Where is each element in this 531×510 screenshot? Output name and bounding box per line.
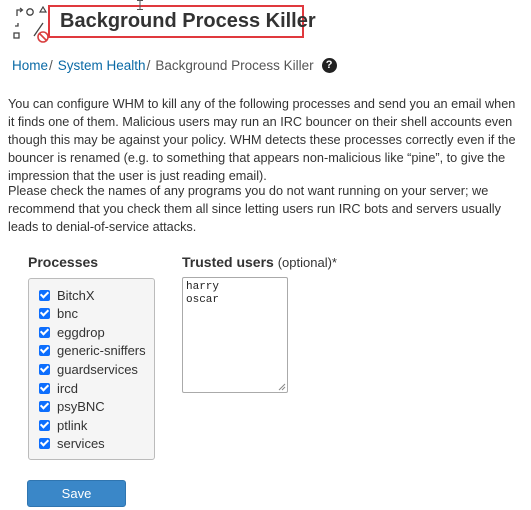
- page-title: Background Process Killer: [60, 10, 316, 32]
- trusted-users-asterisk: *: [331, 255, 337, 270]
- breadcrumb-home-link[interactable]: Home: [12, 58, 48, 73]
- process-item-ptlink[interactable]: ptlink: [39, 416, 87, 434]
- page-title-box: Background Process Killer: [48, 5, 316, 38]
- process-checkbox[interactable]: [39, 438, 50, 450]
- text-cursor-icon: [137, 0, 143, 10]
- process-checkbox[interactable]: [39, 289, 50, 301]
- process-checkbox[interactable]: [39, 326, 50, 338]
- process-label: psyBNC: [57, 399, 105, 415]
- page-header: Background Process Killer: [0, 0, 531, 50]
- process-item-psybnc[interactable]: psyBNC: [39, 398, 105, 416]
- process-label: eggdrop: [57, 324, 105, 340]
- process-label: guardservices: [57, 361, 138, 377]
- question-circle-icon[interactable]: ?: [321, 58, 337, 73]
- breadcrumb: Home / System Health / Background Proces…: [12, 58, 337, 73]
- breadcrumb-system-health-link[interactable]: System Health: [58, 58, 146, 73]
- description-paragraph-2: Please check the names of any programs y…: [8, 184, 501, 234]
- process-label: services: [57, 436, 105, 452]
- process-checkbox[interactable]: [39, 401, 50, 413]
- process-checkbox[interactable]: [39, 345, 50, 357]
- trusted-users-label: Trusted users (optional)*: [182, 254, 337, 270]
- process-checkbox[interactable]: [39, 363, 50, 375]
- process-item-services[interactable]: services: [39, 435, 105, 453]
- process-killer-icon: [13, 6, 49, 43]
- trusted-users-textarea[interactable]: harry oscar: [182, 277, 288, 393]
- process-checkbox[interactable]: [39, 308, 50, 320]
- process-label: ircd: [57, 380, 78, 396]
- save-button[interactable]: Save: [27, 480, 126, 507]
- process-item-bitchx[interactable]: BitchX: [39, 286, 95, 304]
- description-paragraph-1: You can configure WHM to kill any of the…: [8, 97, 516, 183]
- process-item-bnc[interactable]: bnc: [39, 305, 78, 323]
- process-label: BitchX: [57, 287, 95, 303]
- processes-label: Processes: [28, 254, 99, 270]
- breadcrumb-current: Background Process Killer: [155, 58, 314, 73]
- process-checkbox[interactable]: [39, 382, 50, 394]
- process-item-guardservices[interactable]: guardservices: [39, 360, 138, 378]
- process-item-ircd[interactable]: ircd: [39, 379, 78, 397]
- process-item-eggdrop[interactable]: eggdrop: [39, 323, 105, 341]
- breadcrumb-separator: /: [49, 58, 53, 73]
- process-label: generic-sniffers: [57, 343, 146, 359]
- breadcrumb-separator: /: [146, 58, 151, 73]
- process-checkbox[interactable]: [39, 419, 50, 431]
- process-label: bnc: [57, 306, 78, 322]
- resize-grip-icon[interactable]: [277, 382, 286, 391]
- trusted-users-label-text: Trusted users: [182, 254, 274, 270]
- process-label: ptlink: [57, 417, 88, 433]
- trusted-users-optional: (optional): [277, 255, 332, 270]
- processes-list: BitchX bnc eggdrop generic-sniffers guar…: [28, 278, 155, 460]
- process-item-generic-sniffers[interactable]: generic-sniffers: [39, 342, 146, 360]
